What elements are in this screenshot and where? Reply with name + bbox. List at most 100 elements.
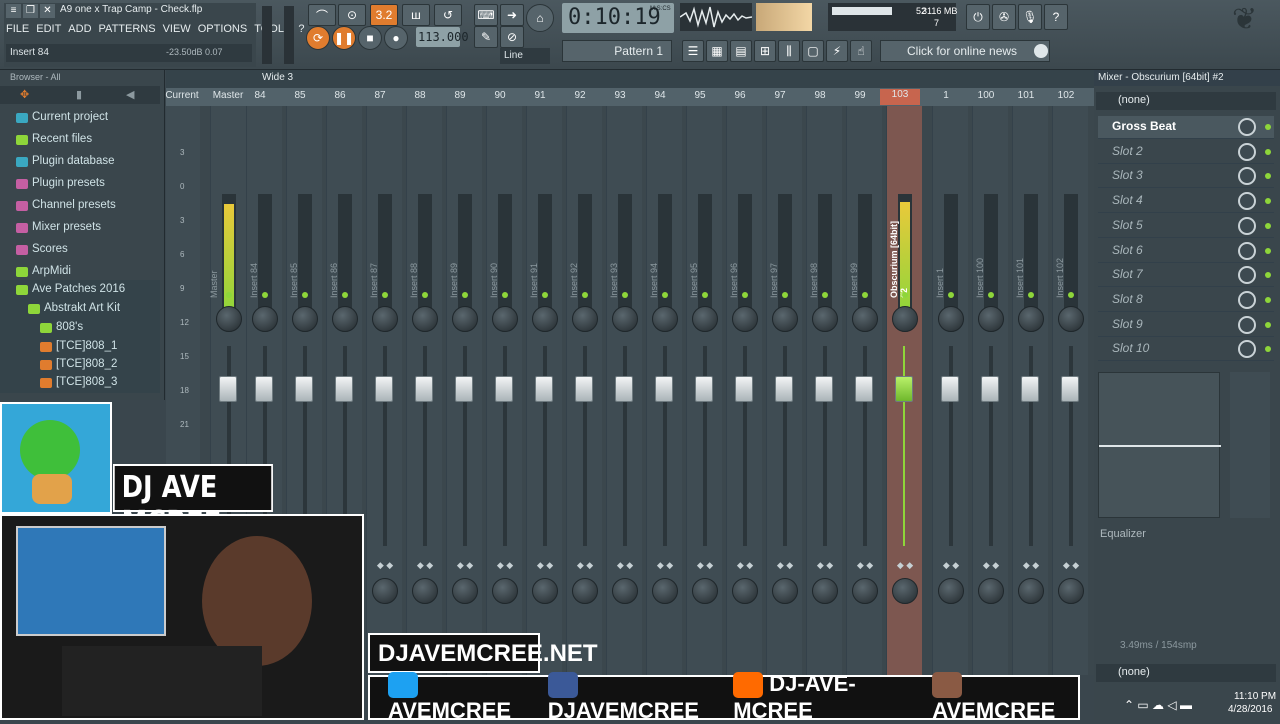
pan-knob[interactable]: [252, 306, 278, 332]
browser-item[interactable]: Mixer presets: [0, 218, 160, 238]
track-number[interactable]: 86: [320, 90, 360, 101]
stereo-knob[interactable]: [692, 578, 718, 604]
stereo-arrows[interactable]: ◆ ◆: [567, 560, 603, 571]
track-number[interactable]: 90: [480, 90, 520, 101]
stereo-knob[interactable]: [492, 578, 518, 604]
mixer-strip[interactable]: Insert 99 ◆ ◆: [846, 106, 882, 675]
plugin-icon[interactable]: ⚡: [826, 40, 848, 62]
tempo-display[interactable]: 113.000: [416, 27, 469, 47]
volume-fader[interactable]: [575, 376, 593, 402]
track-number[interactable]: 102: [1046, 90, 1086, 101]
volume-fader[interactable]: [1021, 376, 1039, 402]
volume-fader[interactable]: [695, 376, 713, 402]
sustain-icon[interactable]: ⌂: [526, 4, 554, 32]
volume-fader[interactable]: [255, 376, 273, 402]
track-number[interactable]: 94: [640, 90, 680, 101]
slot-enable-led[interactable]: [1265, 247, 1271, 254]
pan-knob[interactable]: [652, 306, 678, 332]
mixer-strip[interactable]: Insert 92 ◆ ◆: [566, 106, 602, 675]
stereo-knob[interactable]: [532, 578, 558, 604]
input-select[interactable]: (none): [1096, 92, 1276, 110]
effect-slot[interactable]: Slot 5: [1098, 215, 1274, 238]
mix-knob[interactable]: [1238, 192, 1256, 211]
track-number[interactable]: 88: [400, 90, 440, 101]
track-number[interactable]: 84: [240, 90, 280, 101]
mixer-strip[interactable]: Insert 90 ◆ ◆: [486, 106, 522, 675]
pan-knob[interactable]: [492, 306, 518, 332]
pan-knob[interactable]: [412, 306, 438, 332]
pattern-song-toggle[interactable]: ⟳: [306, 26, 330, 50]
stereo-knob[interactable]: [892, 578, 918, 604]
speaker-icon[interactable]: ◀: [126, 88, 134, 101]
mixer-strip[interactable]: Insert 95 ◆ ◆: [686, 106, 722, 675]
help-icon[interactable]: ?: [1044, 4, 1068, 30]
active-led[interactable]: [902, 292, 908, 298]
effect-slot[interactable]: Slot 9: [1098, 314, 1274, 337]
effect-slot[interactable]: Slot 7: [1098, 264, 1274, 288]
volume-fader[interactable]: [775, 376, 793, 402]
mixer-strip[interactable]: Insert 96 ◆ ◆: [726, 106, 762, 675]
volume-fader[interactable]: [495, 376, 513, 402]
stereo-knob[interactable]: [372, 578, 398, 604]
pan-knob[interactable]: [1018, 306, 1044, 332]
browser-item[interactable]: Ave Patches 2016: [0, 280, 160, 300]
pan-knob[interactable]: [532, 306, 558, 332]
stereo-arrows[interactable]: ◆ ◆: [687, 560, 723, 571]
mix-knob[interactable]: [1238, 167, 1256, 186]
close-icon[interactable]: ✕: [40, 4, 55, 18]
stereo-knob[interactable]: [1018, 578, 1044, 604]
effect-slot[interactable]: Slot 4: [1098, 190, 1274, 214]
menu-icon[interactable]: ≡: [6, 4, 21, 18]
active-led[interactable]: [702, 292, 708, 298]
pan-knob[interactable]: [1058, 306, 1084, 332]
pan-knob[interactable]: [772, 306, 798, 332]
menu-item-add[interactable]: ADD: [68, 23, 91, 39]
slot-enable-led[interactable]: [1265, 272, 1271, 279]
volume-fader[interactable]: [375, 376, 393, 402]
effect-slot[interactable]: Slot 10: [1098, 338, 1274, 362]
mix-knob[interactable]: [1238, 290, 1256, 309]
mix-knob[interactable]: [1238, 118, 1256, 136]
stereo-arrows[interactable]: ◆ ◆: [887, 560, 923, 571]
active-led[interactable]: [782, 292, 788, 298]
stereo-arrows[interactable]: ◆ ◆: [647, 560, 683, 571]
social-link[interactable]: DJAVEMCREE: [547, 671, 720, 724]
volume-fader[interactable]: [295, 376, 313, 402]
stereo-arrows[interactable]: ◆ ◆: [487, 560, 523, 571]
pan-knob[interactable]: [978, 306, 1004, 332]
volume-fader[interactable]: [815, 376, 833, 402]
browser-item[interactable]: Recent files: [0, 130, 160, 150]
browser-icon[interactable]: ⊞: [754, 40, 776, 62]
stereo-arrows[interactable]: ◆ ◆: [407, 560, 443, 571]
eq-sliders[interactable]: [1230, 372, 1270, 518]
volume-fader[interactable]: [615, 376, 633, 402]
menu-item-help[interactable]: ?: [298, 23, 304, 39]
effect-slot[interactable]: Gross Beat: [1098, 116, 1274, 139]
track-number[interactable]: 95: [680, 90, 720, 101]
pan-knob[interactable]: [216, 306, 242, 332]
slot-enable-led[interactable]: [1265, 124, 1271, 130]
mix-knob[interactable]: [1238, 266, 1256, 285]
master-pitch-slider[interactable]: [284, 6, 294, 64]
volume-fader[interactable]: [855, 376, 873, 402]
pan-knob[interactable]: [692, 306, 718, 332]
track-number[interactable]: 97: [760, 90, 800, 101]
active-led[interactable]: [862, 292, 868, 298]
volume-fader[interactable]: [455, 376, 473, 402]
browser-item[interactable]: Plugin database: [0, 152, 160, 172]
active-led[interactable]: [662, 292, 668, 298]
active-led[interactable]: [226, 292, 232, 298]
stereo-arrows[interactable]: ◆ ◆: [1013, 560, 1049, 571]
pan-knob[interactable]: [572, 306, 598, 332]
browser-item[interactable]: Channel presets: [0, 196, 160, 216]
pan-knob[interactable]: [812, 306, 838, 332]
menu-item-view[interactable]: VIEW: [163, 23, 191, 39]
restore-icon[interactable]: ❐: [23, 4, 38, 18]
volume-fader[interactable]: [219, 376, 237, 402]
track-number[interactable]: 96: [720, 90, 760, 101]
active-led[interactable]: [1068, 292, 1074, 298]
effect-slot[interactable]: Slot 2: [1098, 141, 1274, 164]
collapse-icon[interactable]: ✥: [20, 88, 29, 101]
effect-slot[interactable]: Slot 6: [1098, 240, 1274, 263]
mixer-strip[interactable]: Insert 93 ◆ ◆: [606, 106, 642, 675]
